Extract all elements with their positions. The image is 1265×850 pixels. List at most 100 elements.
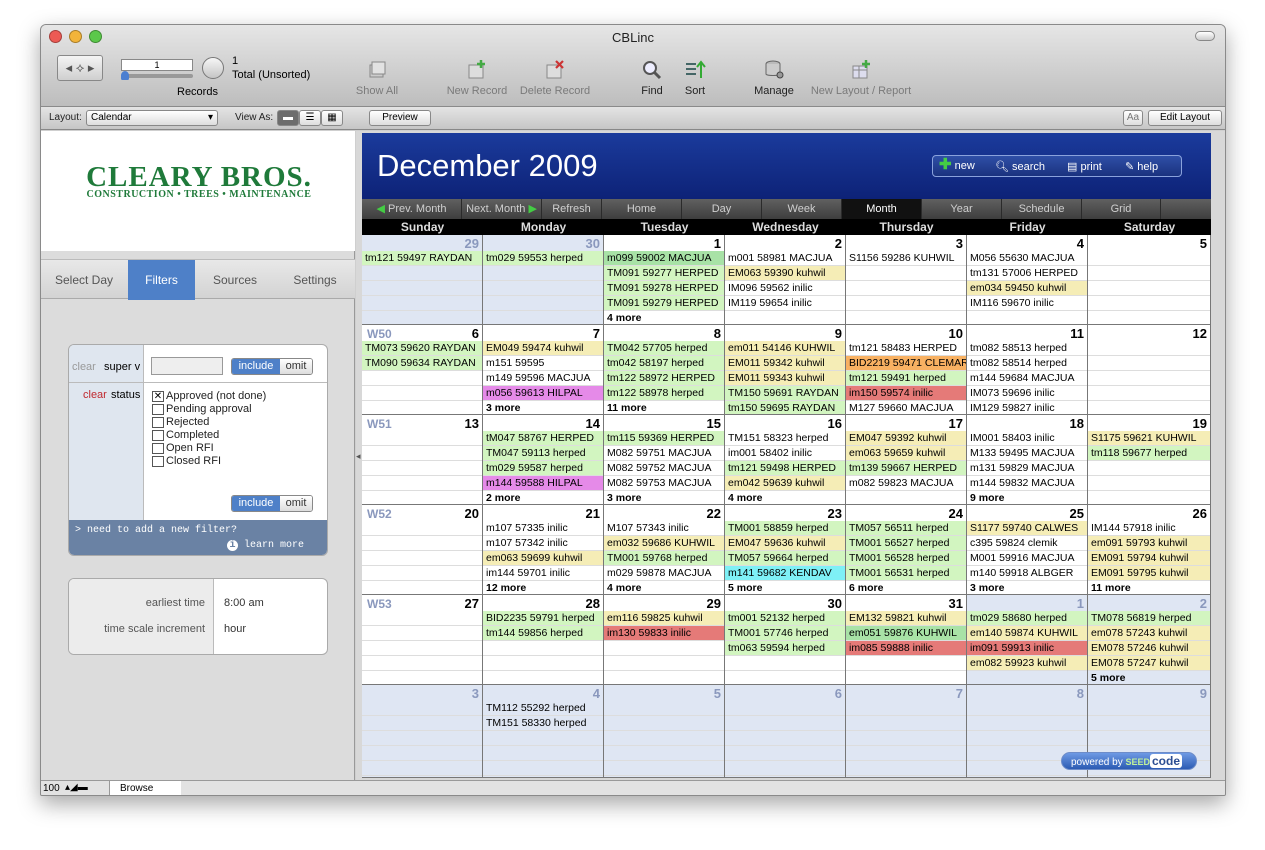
day-number[interactable]: 27 xyxy=(465,596,479,611)
event-item[interactable]: tm029 58680 herped xyxy=(967,611,1087,626)
day-number[interactable]: 30 xyxy=(586,236,600,251)
day-number[interactable]: 28 xyxy=(586,596,600,611)
empty-slot[interactable] xyxy=(362,626,482,641)
event-item[interactable]: tm121 59498 HERPED xyxy=(725,461,845,476)
nav-home[interactable]: Home xyxy=(602,199,682,219)
day-cell[interactable]: W53 27 xyxy=(362,595,483,685)
record-navigator-book-icon[interactable]: ◂ ⟡ ▸ xyxy=(57,55,103,81)
tab-select-day[interactable]: Select Day xyxy=(41,260,127,300)
event-item[interactable]: S1156 59286 KUHWIL xyxy=(846,251,966,266)
event-item[interactable]: tm139 59667 HERPED xyxy=(846,461,966,476)
event-item[interactable]: tm029 59553 herped xyxy=(483,251,603,266)
empty-slot[interactable] xyxy=(362,446,482,461)
empty-slot[interactable] xyxy=(362,431,482,446)
day-cell[interactable]: 2 m001 58981 MACJUA EM063 59390 kuhwil IM09… xyxy=(725,235,846,325)
event-item[interactable]: m131 59829 MACJUA xyxy=(967,461,1087,476)
slider-knob[interactable] xyxy=(121,71,129,80)
day-number[interactable]: 31 xyxy=(949,596,963,611)
event-item[interactable]: M056 55630 MACJUA xyxy=(967,251,1087,266)
event-item[interactable]: em082 59923 kuhwil xyxy=(967,656,1087,671)
empty-slot[interactable] xyxy=(362,656,482,671)
day-number[interactable]: 13 xyxy=(465,416,479,431)
day-cell[interactable]: 5 xyxy=(604,685,725,778)
nav-next-month[interactable]: Next. Month ▶ xyxy=(462,199,542,219)
super-include-omit-toggle[interactable]: include omit xyxy=(231,358,313,375)
day-number[interactable]: 5 xyxy=(1200,236,1207,251)
day-number[interactable]: 2 xyxy=(1200,596,1207,611)
day-number[interactable]: 4 xyxy=(1077,236,1084,251)
day-cell[interactable]: 7 EM049 59474 kuhwil m151 59595 m149 59596 … xyxy=(483,325,604,415)
status-checkbox[interactable] xyxy=(152,430,164,441)
event-item[interactable]: tm118 59677 herped xyxy=(1088,446,1210,461)
day-cell[interactable]: W51 13 xyxy=(362,415,483,505)
toolbar-toggle-button[interactable] xyxy=(1195,31,1215,41)
event-item[interactable]: IM144 57918 inilic xyxy=(1088,521,1210,536)
nav-week[interactable]: Week xyxy=(762,199,842,219)
event-item[interactable]: tm082 58514 herped xyxy=(967,356,1087,371)
event-item[interactable]: S1175 59621 KUHWIL xyxy=(1088,431,1210,446)
empty-slot[interactable] xyxy=(483,311,603,324)
day-number[interactable]: 1 xyxy=(714,236,721,251)
more-events-link[interactable]: 5 more xyxy=(725,581,845,594)
day-cell[interactable]: W52 20 xyxy=(362,505,483,595)
empty-slot[interactable] xyxy=(1088,356,1210,371)
week-number[interactable]: W50 xyxy=(367,327,392,341)
event-item[interactable]: TM047 59113 herped xyxy=(483,446,603,461)
day-cell[interactable]: 29 em116 59825 kuhwil im130 59833 inilic xyxy=(604,595,725,685)
empty-slot[interactable] xyxy=(1088,401,1210,414)
event-item[interactable]: em042 59639 kuhwil xyxy=(725,476,845,491)
empty-slot[interactable] xyxy=(362,386,482,401)
empty-slot[interactable] xyxy=(846,701,966,716)
new-layout-button[interactable]: New Layout / Report xyxy=(803,59,919,97)
day-number[interactable]: 10 xyxy=(949,326,963,341)
zoom-level[interactable]: 100 xyxy=(43,783,60,794)
event-item[interactable]: m001 58981 MACJUA xyxy=(725,251,845,266)
day-cell[interactable]: 18 IM001 58403 inilic M133 59495 MACJUA m13… xyxy=(967,415,1088,505)
event-item[interactable]: im085 59888 inilic xyxy=(846,641,966,656)
day-cell[interactable]: 5 xyxy=(1088,235,1211,325)
day-number[interactable]: 4 xyxy=(593,686,600,701)
clear-super-link[interactable]: clear xyxy=(72,361,96,373)
day-cell[interactable]: 22 M107 57343 inilic em032 59686 KUHWIL TM0… xyxy=(604,505,725,595)
empty-slot[interactable] xyxy=(1088,371,1210,386)
empty-slot[interactable] xyxy=(725,656,845,671)
event-item[interactable]: m141 59682 KENDAV xyxy=(725,566,845,581)
empty-slot[interactable] xyxy=(604,746,724,761)
event-item[interactable]: EM049 59474 kuhwil xyxy=(483,341,603,356)
empty-slot[interactable] xyxy=(362,521,482,536)
empty-slot[interactable] xyxy=(846,296,966,311)
more-events-link[interactable]: 4 more xyxy=(604,311,724,324)
status-checkbox[interactable]: ✕ xyxy=(152,391,164,402)
empty-slot[interactable] xyxy=(362,461,482,476)
search-button[interactable]: 🔍︎ search xyxy=(995,160,1045,173)
day-number[interactable]: 14 xyxy=(586,416,600,431)
more-events-link[interactable]: 4 more xyxy=(604,581,724,594)
event-item[interactable]: EM047 59392 kuhwil xyxy=(846,431,966,446)
empty-slot[interactable] xyxy=(1088,731,1210,746)
empty-slot[interactable] xyxy=(725,311,845,324)
more-events-link[interactable]: 6 more xyxy=(846,581,966,594)
event-item[interactable]: m029 59878 MACJUA xyxy=(604,566,724,581)
event-item[interactable]: tm042 58197 herped xyxy=(604,356,724,371)
event-item[interactable]: m144 59588 HILPAL xyxy=(483,476,603,491)
empty-slot[interactable] xyxy=(1088,341,1210,356)
event-item[interactable]: m149 59596 MACJUA xyxy=(483,371,603,386)
help-button[interactable]: ✎ help xyxy=(1125,160,1158,173)
event-item[interactable]: tM047 58767 HERPED xyxy=(483,431,603,446)
empty-slot[interactable] xyxy=(967,671,1087,684)
empty-slot[interactable] xyxy=(967,716,1087,731)
manage-button[interactable]: Manage xyxy=(751,59,797,97)
empty-slot[interactable] xyxy=(362,266,482,281)
empty-slot[interactable] xyxy=(362,716,482,731)
empty-slot[interactable] xyxy=(846,671,966,684)
event-item[interactable]: em011 54146 KUHWIL xyxy=(725,341,845,356)
event-item[interactable]: m099 59002 MACJUA xyxy=(604,251,724,266)
more-events-link[interactable]: 5 more xyxy=(1088,671,1210,684)
nav-day[interactable]: Day xyxy=(682,199,762,219)
event-item[interactable]: m056 59613 HILPAL xyxy=(483,386,603,401)
event-item[interactable]: TM001 59768 herped xyxy=(604,551,724,566)
event-item[interactable]: EM011 59342 kuhwil xyxy=(725,356,845,371)
nav-grid[interactable]: Grid xyxy=(1082,199,1161,219)
event-item[interactable]: c395 59824 clemik xyxy=(967,536,1087,551)
empty-slot[interactable] xyxy=(362,641,482,656)
